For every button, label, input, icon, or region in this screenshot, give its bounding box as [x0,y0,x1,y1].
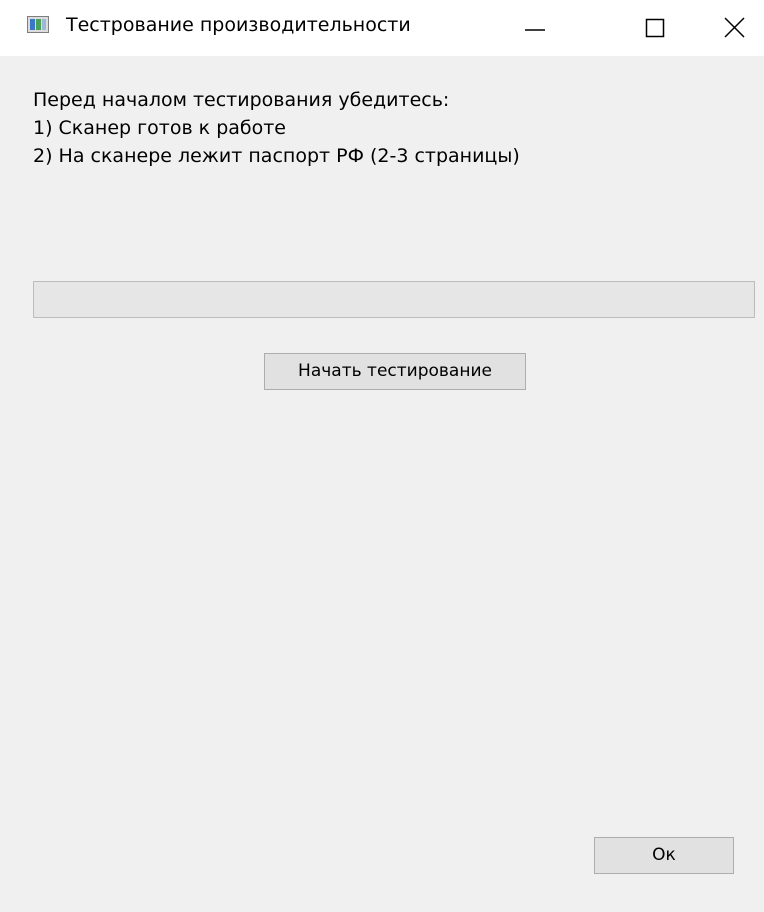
instruction-item-1: 1) Сканер готов к работе [33,117,286,139]
maximize-icon [645,18,665,38]
dialog-content: Перед началом тестирования убедитесь: 1)… [0,56,764,912]
minimize-icon [525,29,545,31]
performance-test-window: Тестрование производительности Перед нач… [0,0,764,912]
minimize-button[interactable] [502,0,562,52]
start-test-button[interactable]: Начать тестирование [264,353,526,390]
title-bar[interactable]: Тестрование производительности [0,0,764,56]
close-icon [724,17,745,38]
progress-bar [33,281,755,318]
maximize-button[interactable] [624,0,684,52]
ok-button[interactable]: Ок [594,837,734,874]
instructions-text: Перед началом тестирования убедитесь: 1)… [33,86,520,170]
app-window-icon [27,16,49,33]
window-title: Тестрование производительности [66,14,411,36]
instruction-item-2: 2) На сканере лежит паспорт РФ (2-3 стра… [33,145,520,167]
instructions-heading: Перед началом тестирования убедитесь: [33,89,450,111]
close-button[interactable] [704,0,764,52]
